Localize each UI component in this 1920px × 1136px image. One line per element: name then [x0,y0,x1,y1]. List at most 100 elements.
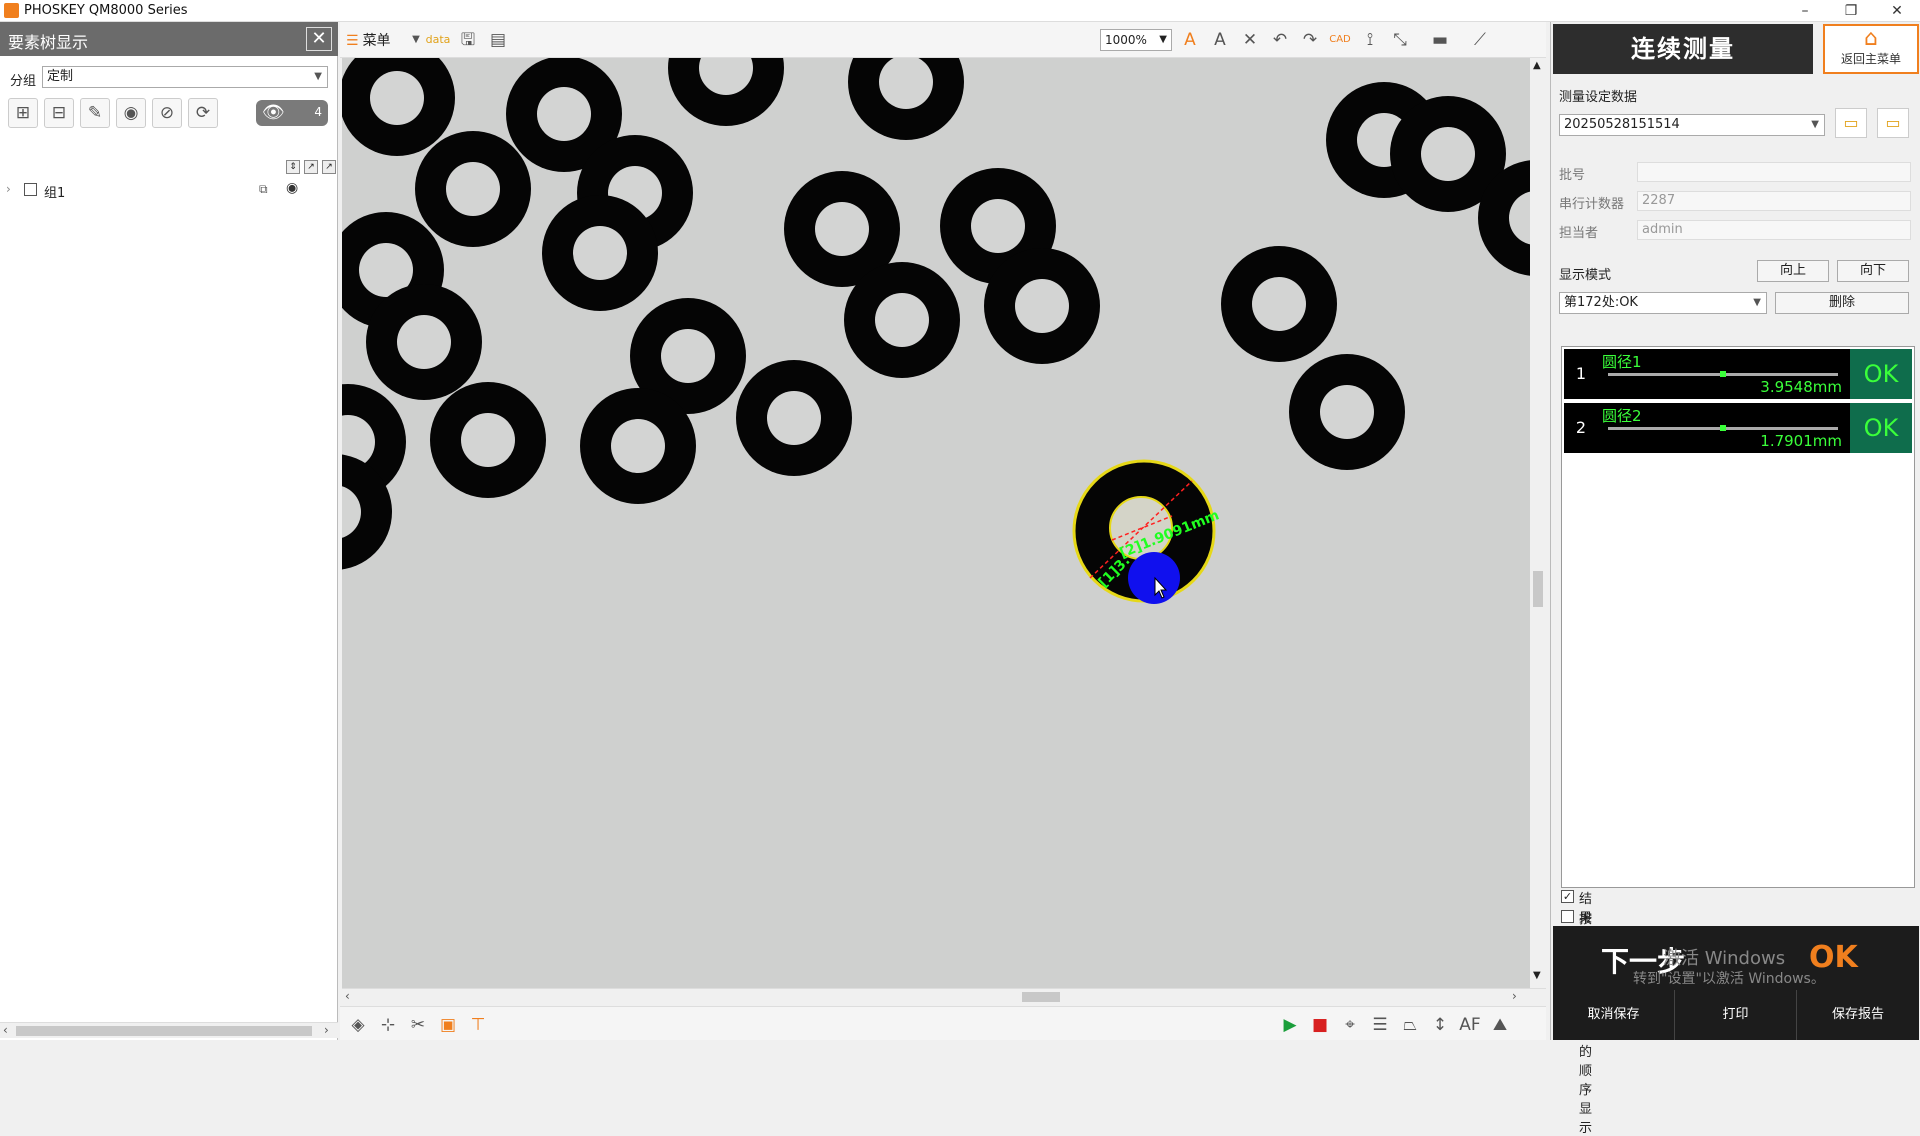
scroll-right-icon[interactable]: › [324,1023,329,1037]
scroll-up-icon[interactable]: ▲ [1533,60,1541,71]
washer-hole [1421,127,1475,181]
sort-icon[interactable]: ⇕ [286,160,300,174]
canvas-horizontal-scrollbar[interactable]: ‹ › [342,988,1546,1006]
visibility-toggle[interactable]: 👁 4 [256,100,328,126]
result-name: 圆径2 [1602,407,1642,425]
serial-counter-field[interactable]: 2287 [1637,191,1911,211]
delete-icon[interactable]: ✕ [1236,27,1264,53]
operator-field[interactable]: admin [1637,220,1911,240]
position-select[interactable]: 第172处:OK ▼ [1559,292,1767,314]
home-icon: ⌂ [1864,26,1878,51]
export-icon[interactable]: ↗ [304,160,318,174]
close-button[interactable]: ✕ [1874,0,1920,22]
scroll-down-icon[interactable]: ▼ [1533,970,1541,981]
tree-icon[interactable]: ⊹ [374,1012,402,1038]
focus-icon[interactable]: ⌖ [1336,1012,1364,1038]
save-icon[interactable]: 🖫 [454,27,482,53]
checkbox-checked-icon[interactable]: ✓ [1561,890,1574,903]
menu-button[interactable]: ☰ 菜单 [346,30,391,50]
tree-collapse-icon[interactable]: ⊟ [44,98,74,128]
scroll-left-icon[interactable]: ‹ [345,989,350,1003]
tree-expand-icon[interactable]: ⊞ [8,98,38,128]
canvas-vertical-scrollbar[interactable]: ▲ ▼ [1530,58,1546,988]
return-home-button[interactable]: ⌂ 返回主菜单 [1823,24,1919,74]
scroll-thumb[interactable] [1022,992,1060,1002]
result-status: OK [1850,349,1912,399]
washer-hole [397,315,451,369]
result-row[interactable]: 2 圆径2 1.7901mm OK [1564,403,1912,453]
washer-hole [1252,277,1306,331]
zoom-select[interactable]: 1000% ▼ [1100,29,1172,51]
activation-watermark-hint: 转到"设置"以激活 Windows。 [1633,971,1825,987]
profile-icon[interactable]: ⛰ [1486,1012,1514,1038]
batch-label: 批号 [1559,168,1586,183]
scroll-right-icon[interactable]: › [1512,989,1517,1003]
copy-icon[interactable]: ⧉ [259,182,268,197]
scroll-thumb[interactable] [1533,571,1543,607]
scroll-left-icon[interactable]: ‹ [3,1023,8,1037]
show-icon[interactable]: ◉ [116,98,146,128]
refresh-icon[interactable]: ⟳ [188,98,218,128]
restore-button[interactable]: ❐ [1828,0,1874,22]
light-icon[interactable]: ☰ [1366,1012,1394,1038]
image-canvas[interactable]: [2]1.9091mm [1]3. [342,58,1530,988]
group-select[interactable]: 定制 ▼ [42,66,328,88]
scroll-thumb[interactable] [16,1026,312,1036]
image-toolbar: ☰ 菜单 ▼ data 🖫 ▤ 1000% ▼ A A ✕ ↶ ↷ CAD ⟟ ⤡ … [340,22,1546,58]
up-button[interactable]: 向上 [1757,260,1829,282]
result-name: 圆径1 [1602,353,1642,371]
result-index: 2 [1575,418,1587,437]
chevron-right-icon[interactable]: › [6,182,11,196]
af-icon[interactable]: AF [1456,1012,1484,1038]
washer-hole [537,87,591,141]
auto-measure-alt-icon[interactable]: A [1206,27,1234,53]
stage-icon[interactable]: ⏢ [1396,1012,1424,1038]
cad-icon[interactable]: CAD [1326,27,1354,53]
tree-item-checkbox[interactable] [24,183,37,196]
open-folder-icon[interactable]: ▭ [1877,108,1909,138]
edit-icon[interactable]: ✎ [80,98,110,128]
cancel-save-button[interactable]: 取消保存 [1553,990,1675,1040]
tree-horizontal-scrollbar[interactable]: ‹ › [0,1022,338,1038]
save-report-button[interactable]: 保存报告 [1797,990,1919,1040]
auto-measure-icon[interactable]: A [1176,27,1204,53]
tolerance-marker [1720,371,1726,377]
graph-icon[interactable]: ⟋ [1466,27,1494,53]
activation-watermark: 激活 Windows [1663,948,1786,969]
chevron-down-icon: ▼ [1753,297,1761,308]
chevron-down-icon: ▼ [314,71,322,82]
print-button[interactable]: 打印 [1675,990,1797,1040]
down-button[interactable]: 向下 [1837,260,1909,282]
settings-select[interactable]: 20250528151514 ▼ [1559,114,1825,136]
panel-close-button[interactable]: ✕ [306,27,332,51]
washer-hole [815,202,869,256]
measure-tool-icon[interactable]: ⤡ [1386,27,1414,53]
redo-icon[interactable]: ↷ [1296,27,1324,53]
hide-icon[interactable]: ⊘ [152,98,182,128]
image-icon[interactable]: ▣ [434,1012,462,1038]
stop-icon[interactable]: ■ [1306,1012,1334,1038]
scissors-icon[interactable]: ✂ [404,1012,432,1038]
open-data-icon[interactable]: data [424,27,452,53]
print-icon[interactable]: ▤ [484,27,512,53]
hierarchy-icon[interactable]: ⊤ [464,1012,492,1038]
play-icon[interactable]: ▶ [1276,1012,1304,1038]
link-icon[interactable]: ⟟ [1356,27,1384,53]
result-row[interactable]: 1 圆径1 3.9548mm OK [1564,349,1912,399]
tolerance-marker [1720,425,1726,431]
load-data-icon[interactable]: ▭ [1835,108,1867,138]
element-tree-panel: 要素树显示 ✕ 分组 定制 ▼ ⊞ ⊟ ✎ ◉ ⊘ ⟳ 👁 4 ⇕ ↗ ↗ › … [0,22,338,1040]
undo-icon[interactable]: ↶ [1266,27,1294,53]
layers-icon[interactable]: ◈ [344,1012,372,1038]
minimize-button[interactable]: – [1782,0,1828,22]
overall-status: OK [1809,940,1858,975]
menu-icon: ☰ [346,33,359,49]
image-view-icon[interactable]: ▬ [1426,27,1454,53]
height-icon[interactable]: ↕ [1426,1012,1454,1038]
eye-icon[interactable]: ◉ [286,180,298,196]
delete-button[interactable]: 删除 [1775,292,1909,314]
checkbox-icon[interactable] [1561,910,1574,923]
tree-item[interactable]: › 组1 ⧉ ◉ [6,180,332,201]
import-icon[interactable]: ↗ [322,160,336,174]
batch-field[interactable] [1637,162,1911,182]
